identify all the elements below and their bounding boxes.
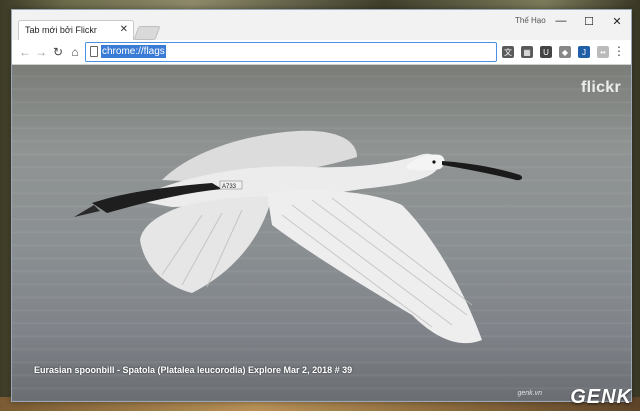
spoonbill-photo: A733 <box>74 130 523 344</box>
bird-bill <box>442 161 523 181</box>
tab-title: Tab mới bởi Flickr <box>25 25 97 35</box>
title-bar: Tab mới bởi Flickr ✕ Thế Hạo — ☐ ✕ <box>12 10 631 41</box>
close-window-button[interactable]: ✕ <box>606 13 628 29</box>
qr-icon[interactable]: ▦ <box>521 46 533 58</box>
home-button[interactable]: ⌂ <box>68 45 82 59</box>
close-tab-icon[interactable]: ✕ <box>120 24 128 36</box>
leg-ring-text: A733 <box>222 184 237 190</box>
photo-caption[interactable]: Eurasian spoonbill - Spatola (Platalea l… <box>34 365 352 375</box>
translate-icon[interactable]: 文 <box>502 46 514 58</box>
bird-eye <box>432 160 436 164</box>
back-button[interactable]: ← <box>18 45 32 59</box>
maximize-button[interactable]: ☐ <box>578 13 600 29</box>
genk-watermark-logo: GENK <box>570 386 632 408</box>
active-tab[interactable]: Tab mới bởi Flickr ✕ <box>18 20 134 41</box>
minimize-button[interactable]: — <box>550 13 572 29</box>
menu-icon[interactable]: ⋮ <box>613 44 625 58</box>
dots-extension-icon[interactable]: •• <box>597 46 609 58</box>
forward-button[interactable]: → <box>34 45 48 59</box>
bird-head <box>407 154 445 171</box>
bird-feet <box>74 205 100 217</box>
new-tab-button[interactable] <box>133 26 161 40</box>
flickr-logo[interactable]: flickr <box>581 79 621 97</box>
left-lower-wing <box>140 196 272 293</box>
address-bar[interactable]: chrome://flags <box>85 42 497 62</box>
j-extension-icon[interactable]: J <box>578 46 590 58</box>
watermark-subtext: genk.vn <box>517 390 542 397</box>
url-text[interactable]: chrome://flags <box>101 45 166 58</box>
toolbar: ← → ↻ ⌂ chrome://flags 文 ▦ U ◆ J •• ⋮ <box>12 40 631 65</box>
page-content: A733 flickr Eurasian spoonbill - Spatola… <box>12 65 631 401</box>
page-icon <box>90 46 98 57</box>
reload-button[interactable]: ↻ <box>51 45 65 59</box>
profile-name[interactable]: Thế Hạo <box>515 16 546 25</box>
shield-icon[interactable]: U <box>540 46 552 58</box>
browser-window: Tab mới bởi Flickr ✕ Thế Hạo — ☐ ✕ ← → ↻… <box>11 9 632 402</box>
cube-icon[interactable]: ◆ <box>559 46 571 58</box>
